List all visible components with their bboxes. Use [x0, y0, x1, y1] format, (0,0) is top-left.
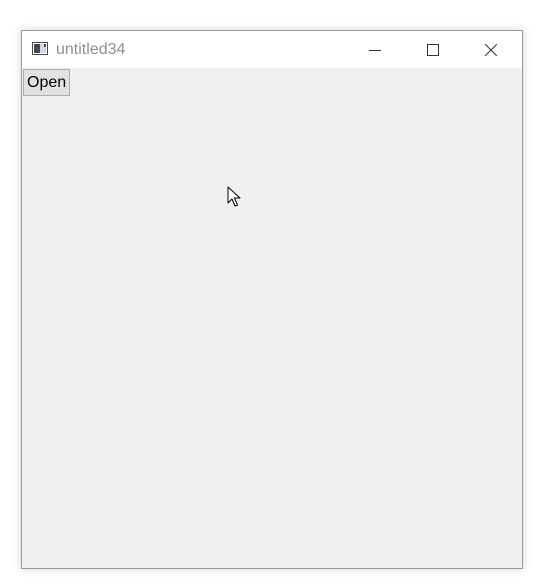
- minimize-icon: [369, 49, 381, 51]
- minimize-button[interactable]: [352, 31, 398, 68]
- maximize-button[interactable]: [410, 31, 456, 68]
- maximize-icon: [427, 43, 439, 56]
- app-window: untitled34 Open: [21, 30, 523, 569]
- mouse-pointer-icon: [227, 186, 241, 207]
- open-button[interactable]: Open: [23, 69, 71, 96]
- close-icon: [485, 43, 497, 56]
- title-bar[interactable]: untitled34: [22, 31, 522, 68]
- close-button[interactable]: [468, 31, 514, 68]
- app-window-icon: [32, 42, 48, 55]
- window-title: untitled34: [56, 41, 126, 58]
- client-area: Open: [22, 68, 522, 568]
